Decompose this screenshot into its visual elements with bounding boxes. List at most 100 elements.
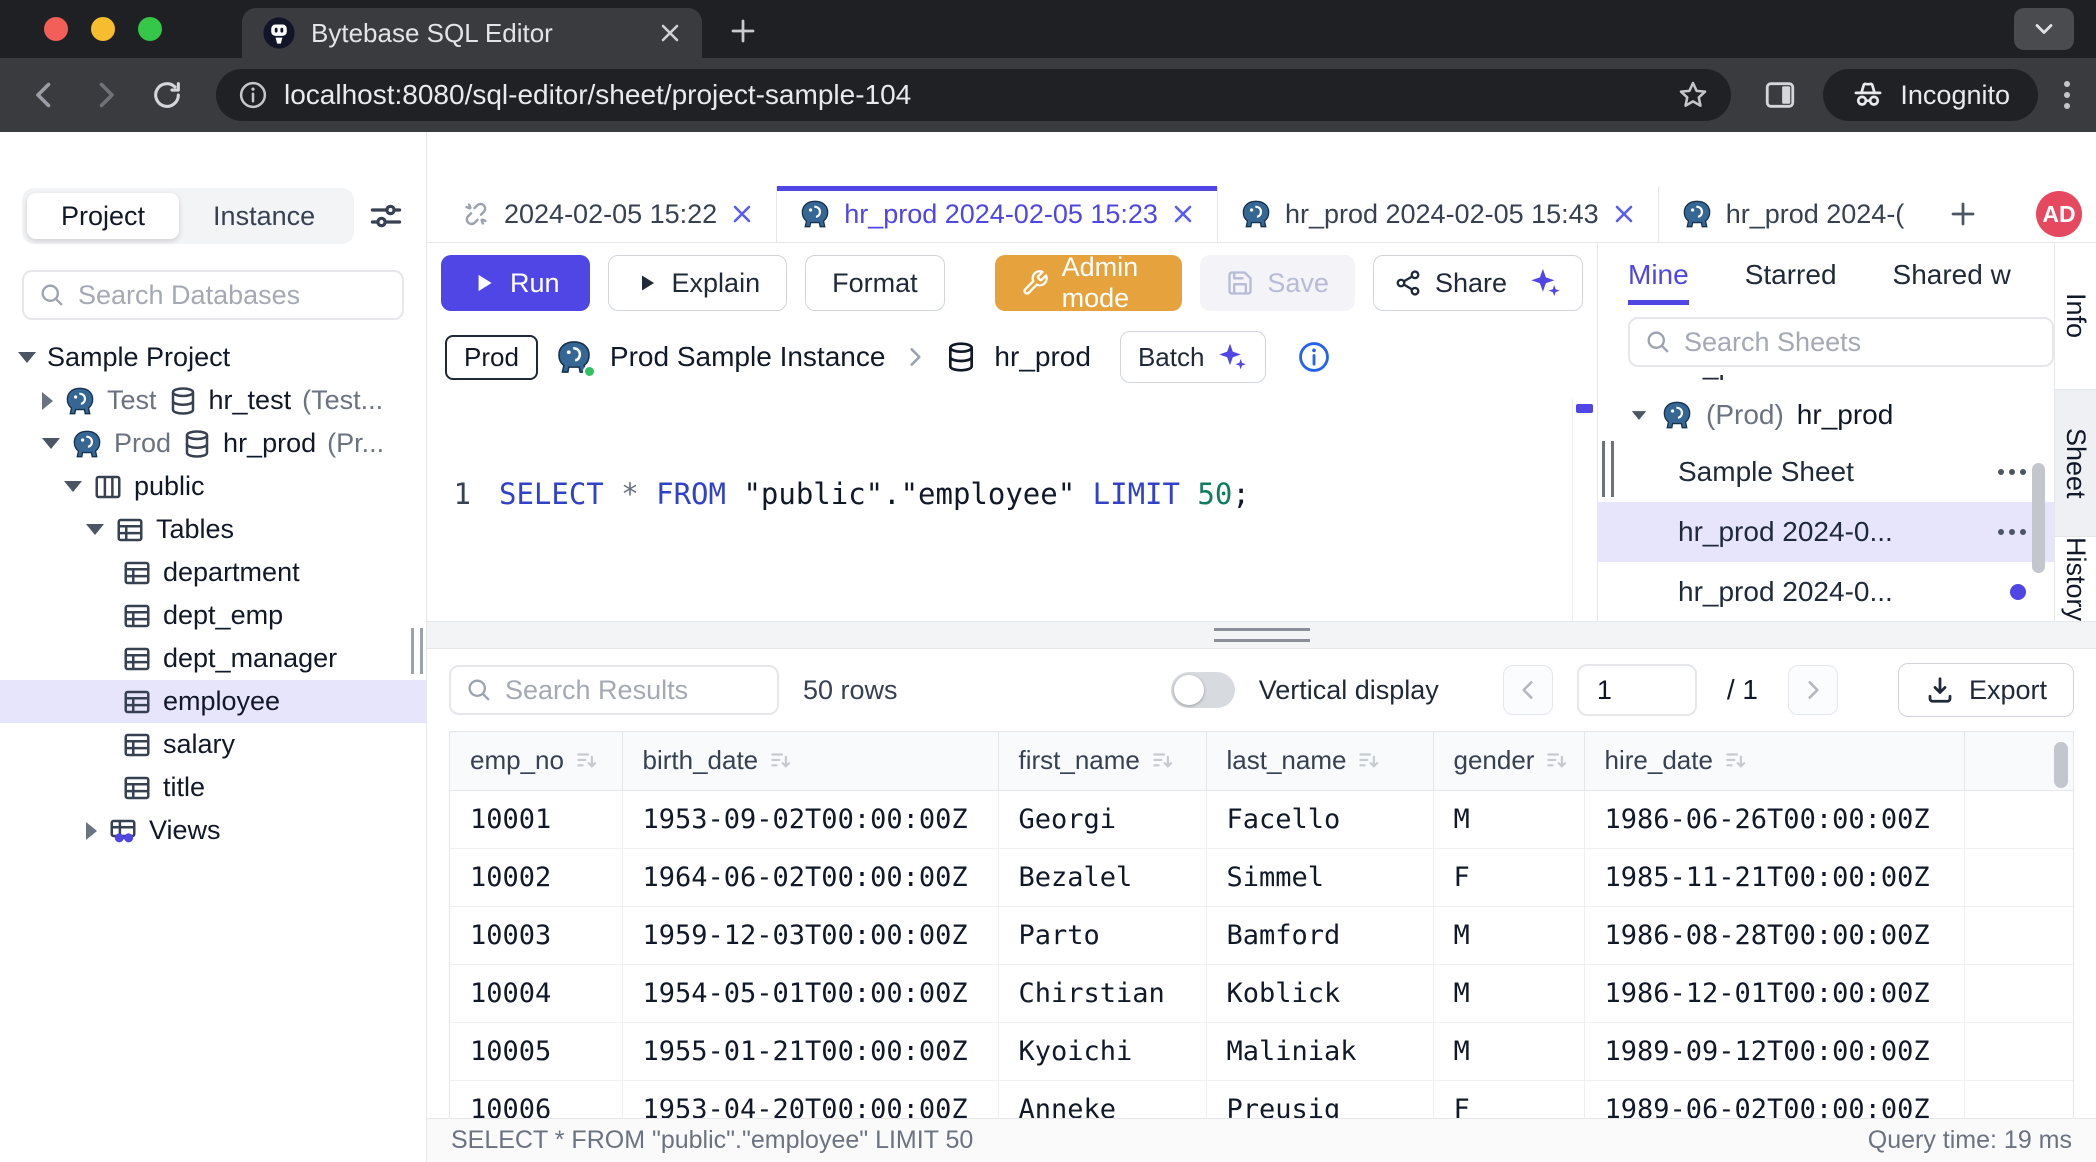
- cell[interactable]: M: [1433, 790, 1584, 848]
- vertical-display-toggle[interactable]: [1171, 672, 1235, 708]
- column-header-gender[interactable]: gender: [1433, 732, 1584, 790]
- cell[interactable]: 1959-12-03T00:00:00Z: [622, 906, 998, 964]
- tree-node-table-dept-emp[interactable]: dept_emp: [0, 594, 426, 637]
- caret-down-icon[interactable]: [42, 438, 60, 449]
- editor-scrollbar-thumb[interactable]: [1576, 404, 1593, 413]
- format-button[interactable]: Format: [805, 255, 945, 311]
- cell[interactable]: 1985-11-21T00:00:00Z: [1584, 848, 1964, 906]
- cell[interactable]: 1964-06-02T00:00:00Z: [622, 848, 998, 906]
- editor-tab-2-active[interactable]: hr_prod 2024-02-05 15:23: [777, 186, 1218, 242]
- tab-shared[interactable]: Shared w: [1893, 259, 2011, 305]
- sort-icon[interactable]: [1544, 748, 1570, 774]
- tree-node-table-dept-manager[interactable]: dept_manager: [0, 637, 426, 680]
- forward-button[interactable]: [88, 77, 124, 113]
- explain-button[interactable]: Explain: [608, 255, 788, 311]
- table-row[interactable]: 100011953-09-02T00:00:00ZGeorgiFacelloM1…: [450, 790, 2073, 848]
- cell[interactable]: 1954-05-01T00:00:00Z: [622, 964, 998, 1022]
- tree-node-tables[interactable]: Tables: [0, 508, 426, 551]
- bookmark-star-icon[interactable]: [1677, 79, 1709, 111]
- cell[interactable]: 1953-04-20T00:00:00Z: [622, 1080, 998, 1118]
- tree-node-test-db[interactable]: Test hr_test (Test...: [0, 379, 426, 422]
- ellipsis-menu-icon[interactable]: [1998, 469, 2026, 475]
- run-button[interactable]: Run: [441, 255, 590, 311]
- cell[interactable]: F: [1433, 1080, 1584, 1118]
- sort-icon[interactable]: [1356, 748, 1382, 774]
- side-panel-button[interactable]: [1763, 78, 1797, 112]
- splitter-grip-icon[interactable]: [1214, 628, 1310, 642]
- cell[interactable]: Bamford: [1206, 906, 1433, 964]
- close-icon[interactable]: [1171, 202, 1195, 226]
- cell[interactable]: M: [1433, 906, 1584, 964]
- close-icon[interactable]: [1612, 202, 1636, 226]
- tree-node-table-employee[interactable]: employee: [0, 680, 426, 723]
- page-number-input[interactable]: [1577, 664, 1697, 716]
- tab-info[interactable]: Info: [2055, 243, 2096, 390]
- new-tab-button[interactable]: [702, 16, 784, 58]
- sheet-item-current[interactable]: hr_prod 2024-0...: [1598, 502, 2054, 562]
- cell[interactable]: 1989-06-02T00:00:00Z: [1584, 1080, 1964, 1118]
- cell[interactable]: Kyoichi: [998, 1022, 1206, 1080]
- close-tab-icon[interactable]: [658, 21, 682, 45]
- cell[interactable]: Parto: [998, 906, 1206, 964]
- cell[interactable]: Simmel: [1206, 848, 1433, 906]
- browser-tab[interactable]: Bytebase SQL Editor: [242, 8, 702, 58]
- cell[interactable]: 10005: [450, 1022, 622, 1080]
- tab-starred[interactable]: Starred: [1745, 259, 1837, 305]
- results-search[interactable]: [449, 665, 779, 715]
- tree-node-table-salary[interactable]: salary: [0, 723, 426, 766]
- user-avatar[interactable]: AD: [2036, 191, 2082, 237]
- cell[interactable]: 1955-01-21T00:00:00Z: [622, 1022, 998, 1080]
- sidebar-resize-handle[interactable]: [411, 628, 423, 674]
- filter-sliders-button[interactable]: [368, 198, 404, 234]
- cell[interactable]: 1986-08-28T00:00:00Z: [1584, 906, 1964, 964]
- caret-down-icon[interactable]: [86, 524, 104, 535]
- cell[interactable]: 1953-09-02T00:00:00Z: [622, 790, 998, 848]
- url-text[interactable]: localhost:8080/sql-editor/sheet/project-…: [284, 79, 1661, 111]
- ellipsis-menu-icon[interactable]: [1998, 529, 2026, 535]
- cell[interactable]: Anneke: [998, 1080, 1206, 1118]
- tree-node-table-title[interactable]: title: [0, 766, 426, 809]
- admin-mode-button[interactable]: Admin mode: [995, 255, 1183, 311]
- database-search[interactable]: [22, 270, 404, 320]
- close-window-button[interactable]: [44, 17, 68, 41]
- sheet-list-scrollbar-thumb[interactable]: [2032, 463, 2045, 573]
- column-header-hire-date[interactable]: hire_date: [1584, 732, 1964, 790]
- table-scrollbar-thumb[interactable]: [2054, 742, 2068, 788]
- close-icon[interactable]: [730, 202, 754, 226]
- sheet-item-clipped-top[interactable]: hr_prod 2024-0...: [1598, 375, 2054, 388]
- cell[interactable]: Chirstian: [998, 964, 1206, 1022]
- editor-tab-1[interactable]: 2024-02-05 15:22: [439, 186, 777, 242]
- table-row[interactable]: 100041954-05-01T00:00:00ZChirstianKoblic…: [450, 964, 2073, 1022]
- tree-node-project[interactable]: Sample Project: [0, 336, 426, 379]
- ai-sparkles-icon[interactable]: [1528, 266, 1562, 300]
- site-info-icon[interactable]: [238, 80, 268, 110]
- tree-node-prod-db[interactable]: Prod hr_prod (Pr...: [0, 422, 426, 465]
- next-page-button[interactable]: [1788, 665, 1838, 715]
- column-header-emp-no[interactable]: emp_no: [450, 732, 622, 790]
- cell[interactable]: M: [1433, 1022, 1584, 1080]
- tree-node-views[interactable]: Views: [0, 809, 426, 852]
- sort-icon[interactable]: [574, 748, 600, 774]
- caret-down-icon[interactable]: [64, 481, 82, 492]
- tab-project[interactable]: Project: [27, 193, 179, 239]
- table-row[interactable]: 100021964-06-02T00:00:00ZBezalelSimmelF1…: [450, 848, 2073, 906]
- sheet-search-input[interactable]: [1684, 327, 2038, 358]
- reload-button[interactable]: [150, 78, 184, 112]
- cell[interactable]: Facello: [1206, 790, 1433, 848]
- editor-tab-4[interactable]: hr_prod 2024-(: [1659, 186, 1927, 242]
- tree-node-table-department[interactable]: department: [0, 551, 426, 594]
- caret-right-icon[interactable]: [42, 392, 53, 410]
- prev-page-button[interactable]: [1503, 665, 1553, 715]
- cell[interactable]: Preusig: [1206, 1080, 1433, 1118]
- table-row[interactable]: 100061953-04-20T00:00:00ZAnnekePreusigF1…: [450, 1080, 2073, 1118]
- sort-icon[interactable]: [1723, 748, 1749, 774]
- export-button[interactable]: Export: [1898, 663, 2074, 717]
- back-button[interactable]: [26, 77, 62, 113]
- browser-menu-button[interactable]: [2064, 81, 2070, 109]
- caret-down-icon[interactable]: [1632, 411, 1646, 420]
- database-search-input[interactable]: [78, 280, 388, 311]
- horizontal-splitter[interactable]: [427, 621, 2096, 649]
- tab-mine[interactable]: Mine: [1628, 259, 1689, 305]
- cell[interactable]: 1986-06-26T00:00:00Z: [1584, 790, 1964, 848]
- cell[interactable]: 10003: [450, 906, 622, 964]
